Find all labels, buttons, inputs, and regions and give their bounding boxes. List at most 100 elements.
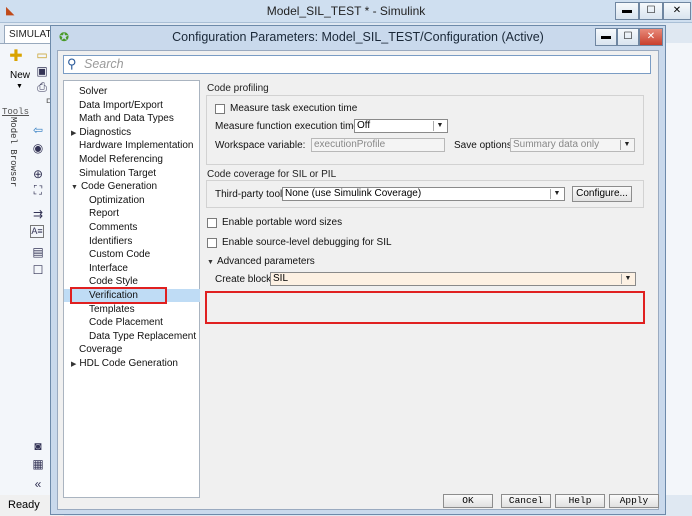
chevron-down-icon: ▼ xyxy=(207,259,214,266)
measure-function-dropdown[interactable]: Off ▼ xyxy=(354,119,448,133)
tree-item[interactable]: Report xyxy=(89,207,119,220)
configure-button[interactable]: Configure... xyxy=(572,186,632,202)
chevron-down-icon[interactable]: ▼ xyxy=(621,274,634,284)
ribbon: ✚ New ▼ ▭ ▣ ⎙ F xyxy=(0,43,56,107)
save-options-dropdown[interactable]: Summary data only ▼ xyxy=(510,138,635,152)
create-block-dropdown[interactable]: SIL ▼ xyxy=(270,272,636,286)
third-party-tool-dropdown[interactable]: None (use Simulink Coverage) ▼ xyxy=(282,187,565,201)
verification-highlight xyxy=(70,287,167,304)
tree-item-label: Data Type Replacement xyxy=(89,330,197,342)
code-profiling-header: Code profiling xyxy=(207,83,269,94)
dialog-minimize-icon[interactable]: ▬ xyxy=(595,28,617,46)
tree-item-label: Templates xyxy=(89,303,135,315)
cancel-button[interactable]: Cancel xyxy=(501,494,551,508)
chevron-down-icon[interactable]: ▼ xyxy=(550,189,563,199)
tree-item-label: Code Generation xyxy=(80,181,158,193)
tree-item[interactable]: Custom Code xyxy=(89,248,150,261)
source-level-debug-label: Enable source-level debugging for SIL xyxy=(222,237,392,248)
tree-item[interactable]: ▼ Code Generation xyxy=(71,180,157,193)
image-icon[interactable]: ▤ xyxy=(30,245,46,259)
tree-item[interactable]: Data Type Replacement xyxy=(89,330,196,343)
create-block-label: Create block: xyxy=(215,274,274,285)
workspace-variable-field[interactable]: executionProfile xyxy=(311,138,445,152)
model-left-toolbar: Tools Model Browser ⇦ ◉ ⊕ ⛶ ⇉ A≡ ▤ ☐ ◙ ▦… xyxy=(0,103,56,495)
tree-item[interactable]: Simulation Target xyxy=(79,167,156,180)
model-browser-label[interactable]: Model Browser xyxy=(8,117,18,187)
measure-function-value: Off xyxy=(357,120,371,131)
advanced-parameters-toggle[interactable]: ▼ Advanced parameters xyxy=(207,255,315,269)
fit-view-icon[interactable]: ⛶ xyxy=(30,183,46,197)
tree-item[interactable]: Solver xyxy=(79,85,107,98)
dialog-close-icon[interactable]: ✕ xyxy=(639,28,663,46)
back-arrow-icon[interactable]: ⇦ xyxy=(30,123,46,137)
apply-button[interactable]: Apply xyxy=(609,494,659,508)
tree-item[interactable]: ▶ HDL Code Generation xyxy=(71,357,178,370)
print-icon[interactable]: ⎙ xyxy=(34,80,50,94)
record-icon[interactable]: ◉ xyxy=(30,141,46,155)
chevron-down-icon[interactable]: ▼ xyxy=(433,121,446,131)
dialog-title: Configuration Parameters: Model_SIL_TEST… xyxy=(172,30,544,44)
chevron-right-icon[interactable]: ▶ xyxy=(71,361,76,368)
chevron-down-icon[interactable]: ▼ xyxy=(620,140,633,150)
area-icon[interactable]: ☐ xyxy=(30,263,46,277)
save-options-value: Summary data only xyxy=(513,139,600,150)
chevron-down-icon[interactable]: ▼ xyxy=(16,83,23,90)
minimize-icon[interactable]: ▬ xyxy=(615,2,639,20)
measure-task-checkbox[interactable] xyxy=(215,104,225,114)
tree-item-label: Diagnostics xyxy=(79,126,132,138)
camera-icon[interactable]: ◙ xyxy=(30,439,46,453)
workspace-variable-label: Workspace variable: xyxy=(215,140,306,151)
tree-item-label: Simulation Target xyxy=(79,167,157,179)
tree-item[interactable]: Math and Data Types xyxy=(79,112,174,125)
tree-item-label: Coverage xyxy=(79,344,123,356)
portable-word-sizes-label: Enable portable word sizes xyxy=(222,217,343,228)
maximize-icon[interactable]: ☐ xyxy=(639,2,663,20)
tree-item-label: Report xyxy=(89,208,120,220)
close-icon[interactable]: ✕ xyxy=(663,2,691,20)
tree-item[interactable]: Interface xyxy=(89,262,128,275)
tree-item-label: Math and Data Types xyxy=(79,113,174,125)
create-block-value: SIL xyxy=(273,273,289,284)
zoom-icon[interactable]: ⊕ xyxy=(30,167,46,181)
tree-item[interactable]: Comments xyxy=(89,221,137,234)
tree-item-label: Code Style xyxy=(89,276,138,288)
source-level-debug-checkbox[interactable] xyxy=(207,238,217,248)
tree-item[interactable]: ▶ Diagnostics xyxy=(71,126,131,139)
new-label[interactable]: New xyxy=(10,70,30,81)
new-model-icon[interactable]: ✚ xyxy=(8,49,24,65)
tree-item[interactable]: Code Placement xyxy=(89,316,163,329)
tree-item-label: Solver xyxy=(79,86,108,97)
tree-item-label: HDL Code Generation xyxy=(79,358,178,369)
tree-item-label: Hardware Implementation xyxy=(79,140,194,152)
arrow-right-icon[interactable]: ⇉ xyxy=(30,207,46,221)
simulink-title-bar: ◣ Model_SIL_TEST * - Simulink ▬ ☐ ✕ xyxy=(0,0,692,23)
annotation-icon[interactable]: A≡ xyxy=(30,225,44,238)
third-party-tool-label: Third-party tool: xyxy=(215,189,286,200)
open-folder-icon[interactable]: ▭ xyxy=(34,48,50,62)
tree-item[interactable]: Coverage xyxy=(79,343,122,356)
ok-button[interactable]: OK xyxy=(443,494,493,508)
portable-word-sizes-checkbox[interactable] xyxy=(207,218,217,228)
category-tree[interactable]: Solver Data Import/Export Math and Data Ty… xyxy=(63,80,200,498)
tree-item[interactable]: Optimization xyxy=(89,194,145,207)
save-icon[interactable]: ▣ xyxy=(34,64,50,78)
tree-item[interactable]: Model Referencing xyxy=(79,153,163,166)
measure-task-label: Measure task execution time xyxy=(230,103,358,114)
tools-label: Tools xyxy=(2,107,30,117)
search-input[interactable]: ⚲ Search xyxy=(63,55,651,74)
simulink-window-title: Model_SIL_TEST * - Simulink xyxy=(266,4,426,18)
collapse-icon[interactable]: « xyxy=(30,477,46,491)
chevron-down-icon[interactable]: ▼ xyxy=(71,184,78,191)
tree-item[interactable]: Data Import/Export xyxy=(79,99,163,112)
tree-item[interactable]: Identifiers xyxy=(89,235,132,248)
tree-item-label: Custom Code xyxy=(89,249,151,261)
tree-item-label: Interface xyxy=(89,262,128,274)
chevron-right-icon[interactable]: ▶ xyxy=(71,130,76,137)
explorer-icon[interactable]: ▦ xyxy=(30,457,46,471)
advanced-parameters-label: Advanced parameters xyxy=(216,256,315,267)
tree-item[interactable]: Templates xyxy=(89,303,135,316)
help-button[interactable]: Help xyxy=(555,494,605,508)
configuration-dialog: ✪ Configuration Parameters: Model_SIL_TE… xyxy=(50,25,666,515)
tree-item[interactable]: Hardware Implementation xyxy=(79,139,194,152)
dialog-maximize-icon[interactable]: ☐ xyxy=(617,28,639,46)
